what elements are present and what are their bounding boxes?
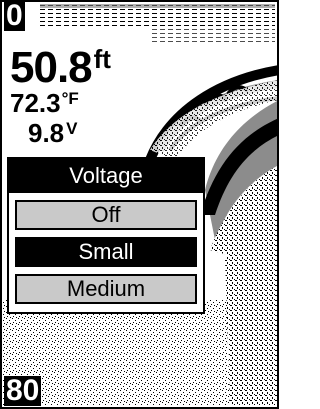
voltage-size-menu: Voltage Off Small Medium [7, 157, 205, 314]
menu-item-small[interactable]: Small [15, 237, 197, 267]
voltage-readout: 9.8 V [28, 118, 78, 148]
sonar-screen: 0 80 50.8ft 72.3°F 9.8 V Voltage Off Smal… [0, 0, 279, 409]
depth-scale-top: 0 [4, 0, 25, 32]
temperature-unit: °F [61, 89, 79, 108]
temperature-value: 72.3 [10, 88, 61, 118]
menu-title: Voltage [9, 159, 203, 193]
temperature-readout: 72.3°F [10, 88, 79, 118]
depth-scale-bottom: 80 [4, 374, 42, 407]
depth-value: 50.8 [10, 43, 93, 92]
depth-unit: ft [93, 44, 111, 74]
voltage-value: 9.8 [28, 118, 65, 148]
depth-readout: 50.8ft [10, 43, 111, 92]
menu-item-medium[interactable]: Medium [15, 274, 197, 304]
voltage-unit: V [66, 119, 78, 138]
menu-item-off[interactable]: Off [15, 200, 197, 230]
